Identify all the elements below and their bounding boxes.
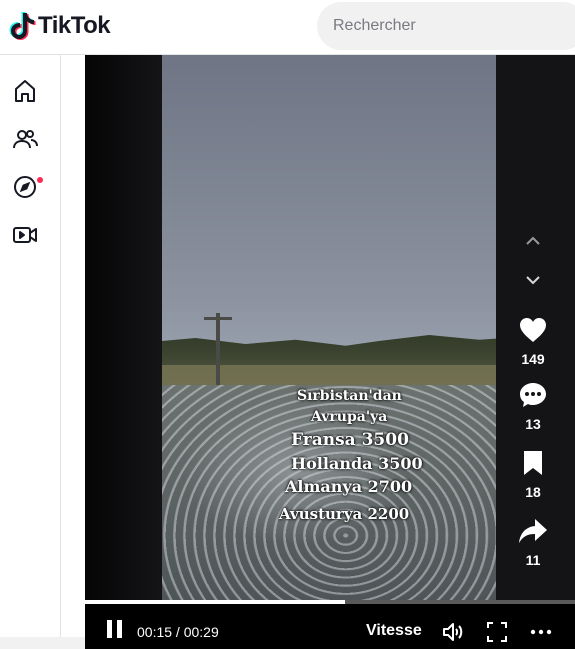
fullscreen-icon xyxy=(487,622,507,642)
bookmark-icon xyxy=(524,451,542,475)
pause-button[interactable] xyxy=(107,620,127,640)
chevron-down-icon xyxy=(526,276,540,285)
save-count: 18 xyxy=(525,484,541,500)
search-bar[interactable] xyxy=(317,2,575,50)
volume-button[interactable] xyxy=(441,620,465,644)
comment-icon xyxy=(520,383,546,407)
player-controls: 00:15 / 00:29 Vitesse xyxy=(85,604,575,649)
search-input[interactable] xyxy=(333,17,563,35)
sidebar-item-live[interactable] xyxy=(10,220,40,250)
comment-button[interactable]: 13 xyxy=(513,380,553,432)
save-button[interactable]: 18 xyxy=(513,448,553,500)
overlay-line-1: Sırbistan'dan xyxy=(297,388,402,404)
fullscreen-button[interactable] xyxy=(485,620,509,644)
time-display: 00:15 / 00:29 xyxy=(137,624,219,640)
sidebar-item-home[interactable] xyxy=(10,76,40,106)
utility-pole xyxy=(216,313,220,393)
share-icon xyxy=(519,519,547,543)
more-options-button[interactable] xyxy=(529,620,553,644)
sidebar-item-following[interactable] xyxy=(10,124,40,154)
overlay-line-5: Almanya 2700 xyxy=(285,477,413,496)
top-header: TikTok xyxy=(0,0,575,55)
video-player[interactable]: Sırbistan'dan Avrupa'ya Fransa 3500 Holl… xyxy=(85,55,575,649)
tiktok-logo-icon xyxy=(9,12,36,40)
overlay-line-4: Hollanda 3500 xyxy=(291,454,423,473)
tiktok-logo[interactable]: TikTok xyxy=(8,10,111,42)
heart-icon xyxy=(520,318,546,342)
like-button[interactable]: 149 xyxy=(513,315,553,367)
share-count: 11 xyxy=(525,552,541,568)
more-icon xyxy=(530,629,552,635)
comment-count: 13 xyxy=(525,416,541,432)
notification-dot xyxy=(37,177,43,183)
home-icon xyxy=(15,80,35,102)
app-name: TikTok xyxy=(38,12,111,39)
overlay-line-6: Avusturya 2200 xyxy=(279,505,410,523)
live-icon xyxy=(13,227,37,243)
following-icon xyxy=(13,130,38,149)
utility-pole-crossbar xyxy=(204,317,232,320)
chevron-up-icon xyxy=(526,236,540,245)
pause-icon xyxy=(107,620,112,638)
share-button[interactable]: 11 xyxy=(513,516,553,568)
sidebar-footer-strip xyxy=(0,637,85,649)
speed-button[interactable]: Vitesse xyxy=(366,622,422,640)
explore-icon xyxy=(14,176,36,198)
like-count: 149 xyxy=(521,351,545,367)
volume-icon xyxy=(443,623,463,641)
previous-video-button[interactable] xyxy=(518,226,548,256)
next-video-button[interactable] xyxy=(518,265,548,295)
overlay-line-2: Avrupa'ya xyxy=(311,409,388,425)
sidebar-item-explore[interactable] xyxy=(10,172,40,202)
sidebar xyxy=(0,55,61,649)
video-area[interactable]: Sırbistan'dan Avrupa'ya Fransa 3500 Holl… xyxy=(85,55,575,600)
overlay-line-3: Fransa 3500 xyxy=(291,430,409,450)
